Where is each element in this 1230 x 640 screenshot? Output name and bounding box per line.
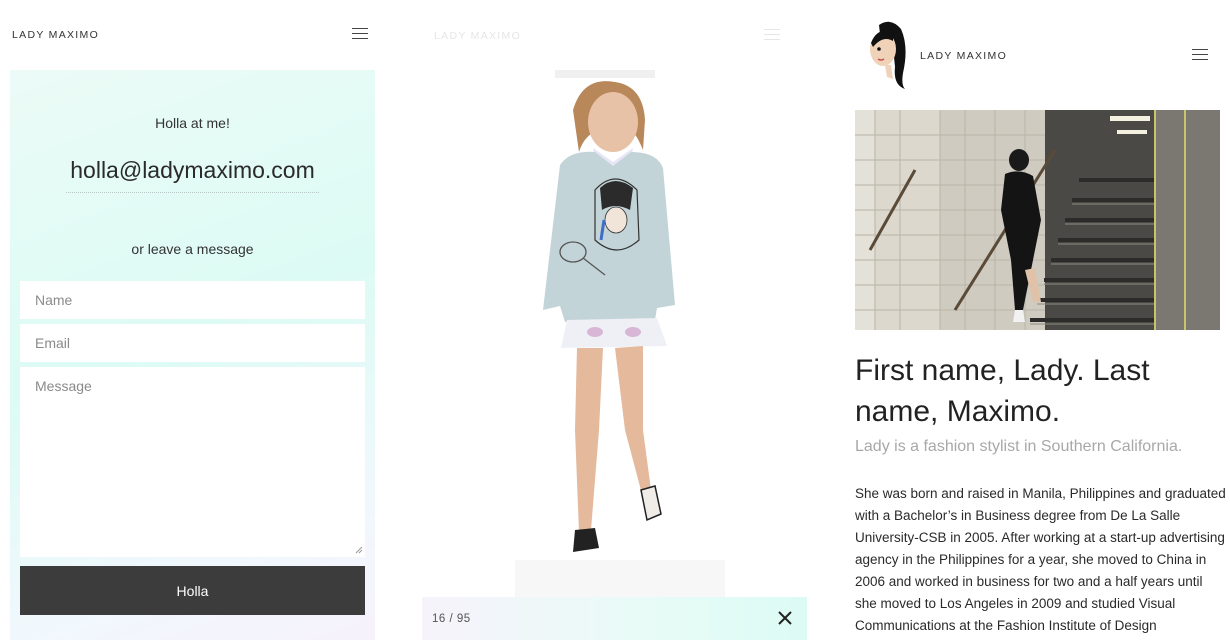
about-screen: LADY MAXIMO First name, Lady. Last name,… xyxy=(845,0,1230,640)
subway-stairs-image xyxy=(855,110,1220,330)
close-x-icon[interactable] xyxy=(775,608,795,628)
hamburger-menu-icon xyxy=(764,29,780,40)
leave-message-text: or leave a message xyxy=(131,241,254,257)
message-field[interactable] xyxy=(20,367,365,557)
brand-logo-text[interactable]: LADY MAXIMO xyxy=(12,29,99,41)
contact-panel: Holla at me! holla@ladymaximo.com or lea… xyxy=(10,70,375,640)
submit-button[interactable]: Holla xyxy=(20,566,365,615)
resize-grip-icon[interactable] xyxy=(355,546,363,554)
email-field[interactable] xyxy=(20,324,365,362)
hamburger-menu-icon[interactable] xyxy=(1192,49,1208,60)
lightbox-screen: LADY MAXIMO 16 / 95 xyxy=(410,0,820,640)
hamburger-menu-icon[interactable] xyxy=(352,28,368,39)
about-title: First name, Lady. Last name, Maximo. xyxy=(855,354,1150,428)
lightbox-photo[interactable] xyxy=(465,70,770,597)
about-subtitle: Lady is a fashion stylist in Southern Ca… xyxy=(855,438,1183,455)
brand-logo-text: LADY MAXIMO xyxy=(434,30,522,42)
contact-email-link[interactable]: holla@ladymaximo.com xyxy=(66,157,319,193)
brand-logo-text[interactable]: LADY MAXIMO xyxy=(920,50,1007,62)
about-photo xyxy=(855,110,1220,330)
contact-greeting: Holla at me! xyxy=(155,115,230,131)
avatar-illustration[interactable] xyxy=(863,19,909,91)
model-photo-image xyxy=(465,70,770,597)
lightbox-bar: 16 / 95 xyxy=(422,597,807,640)
name-field[interactable] xyxy=(20,281,365,319)
contact-screen: LADY MAXIMO Holla at me! holla@ladymaxim… xyxy=(0,0,385,640)
slide-counter: 16 / 95 xyxy=(432,613,471,625)
about-body-text: She was born and raised in Manila, Phili… xyxy=(855,486,1226,633)
